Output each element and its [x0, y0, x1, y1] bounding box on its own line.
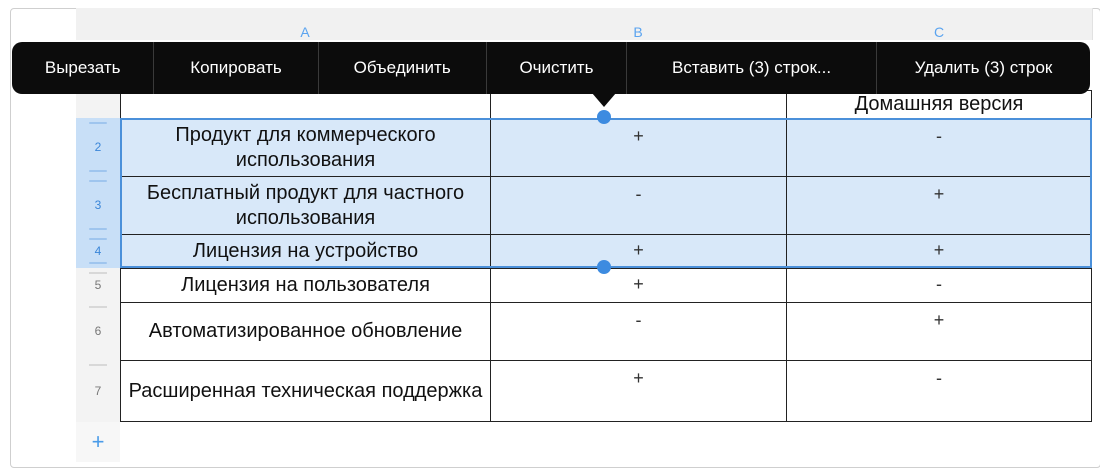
cell-c5[interactable]: -: [786, 268, 1092, 303]
cell-b5[interactable]: +: [490, 268, 787, 303]
cell-a6[interactable]: Автоматизированное обновление: [120, 302, 491, 361]
column-header-c[interactable]: C: [786, 8, 1093, 40]
row-header-3[interactable]: 3: [76, 176, 120, 235]
corner-cell[interactable]: [76, 8, 121, 40]
cell-c7[interactable]: -: [786, 360, 1092, 422]
cell-b1[interactable]: [490, 90, 787, 119]
clear-button[interactable]: Очистить: [487, 42, 628, 94]
row-header-6[interactable]: 6: [76, 302, 120, 361]
toolbar-pointer: [592, 93, 616, 107]
cell-b6[interactable]: -: [490, 302, 787, 361]
cell-a1[interactable]: [120, 90, 491, 119]
delete-rows-button[interactable]: Удалить (3) строк: [877, 42, 1090, 94]
cell-c4[interactable]: +: [786, 234, 1092, 269]
row-header-2[interactable]: 2: [76, 118, 120, 177]
row-header-4[interactable]: 4: [76, 234, 120, 269]
row-header-7[interactable]: 7: [76, 360, 120, 423]
cell-b3[interactable]: -: [490, 176, 787, 235]
selection-handle-top[interactable]: [597, 110, 611, 124]
cell-c6[interactable]: +: [786, 302, 1092, 361]
cell-a4[interactable]: Лицензия на устройство: [120, 234, 491, 269]
merge-button[interactable]: Объединить: [319, 42, 487, 94]
selection-handle-bottom[interactable]: [597, 260, 611, 274]
cell-a2[interactable]: Продукт для коммерческого использования: [120, 118, 491, 177]
insert-rows-button[interactable]: Вставить (3) строк...: [627, 42, 877, 94]
plus-icon: +: [91, 429, 105, 454]
cell-a3[interactable]: Бесплатный продукт для частного использо…: [120, 176, 491, 235]
cut-button[interactable]: Вырезать: [12, 42, 155, 94]
add-row-button[interactable]: +: [76, 422, 120, 462]
column-header-a[interactable]: A: [120, 8, 491, 40]
row-header-5[interactable]: 5: [76, 268, 120, 303]
cell-b4[interactable]: +: [490, 234, 787, 269]
cell-c1[interactable]: Домашняя версия: [786, 90, 1092, 119]
cell-b7[interactable]: +: [490, 360, 787, 422]
context-menu-toolbar: Вырезать Копировать Объединить Очистить …: [12, 42, 1090, 94]
row-header-1[interactable]: [76, 94, 120, 119]
copy-button[interactable]: Копировать: [154, 42, 319, 94]
cell-c2[interactable]: -: [786, 118, 1092, 177]
cell-b2[interactable]: +: [490, 118, 787, 177]
cell-c3[interactable]: +: [786, 176, 1092, 235]
column-header-b[interactable]: B: [490, 8, 787, 40]
cell-a7[interactable]: Расширенная техническая поддержка: [120, 360, 491, 422]
cell-a5[interactable]: Лицензия на пользователя: [120, 268, 491, 303]
